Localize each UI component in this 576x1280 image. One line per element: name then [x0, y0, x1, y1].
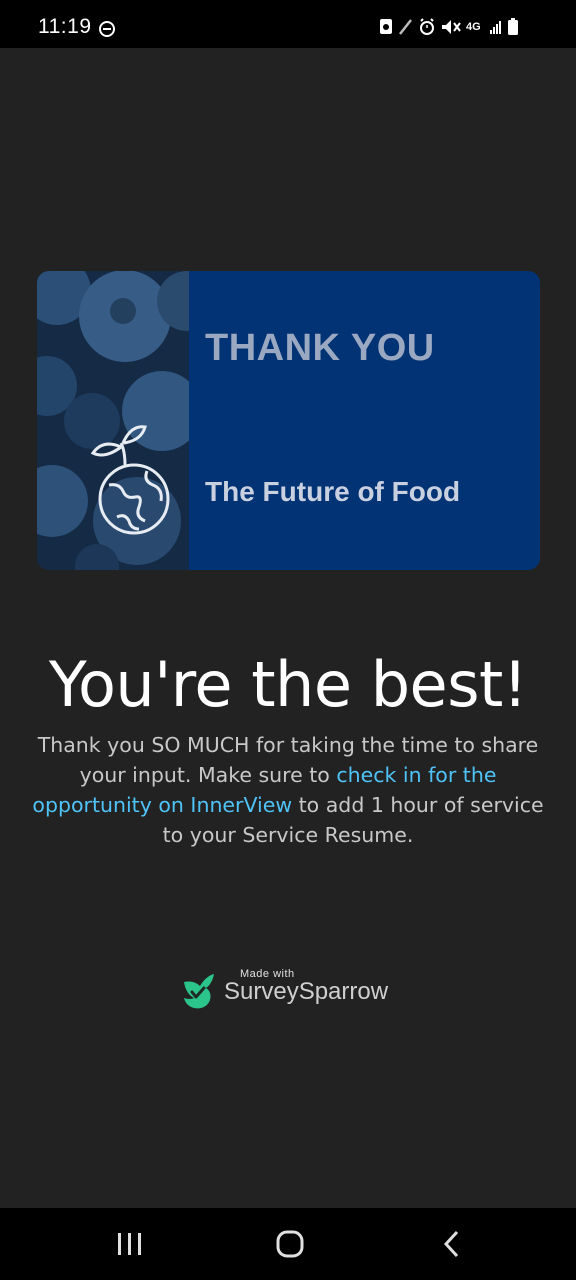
header-card: THANK YOU The Future of Food [37, 271, 540, 570]
signal-icon [490, 21, 501, 34]
status-icons-svg: 4G [380, 18, 518, 35]
network-4g-label: 4G [466, 21, 481, 33]
back-icon [443, 1230, 459, 1258]
brand-name: SurveySparrow [224, 978, 389, 1005]
battery-icon [508, 18, 518, 35]
card-subtitle: The Future of Food [205, 476, 461, 507]
sparrow-logo-icon [184, 974, 214, 1009]
status-bar: 11:19 4G [0, 0, 576, 48]
status-time: 11:19 [38, 15, 92, 38]
do-not-disturb-icon [99, 21, 115, 37]
recent-apps-icon [118, 1233, 141, 1255]
blueberries-photo [37, 271, 189, 570]
alarm-icon [420, 18, 434, 35]
blueberries-image [37, 271, 189, 570]
sim-alert-icon [380, 19, 392, 34]
home-icon [276, 1230, 304, 1258]
thank-you-heading: You're the best! [48, 648, 528, 721]
status-icons: 4G [380, 17, 540, 37]
back-button[interactable] [432, 1226, 472, 1262]
mute-icon [442, 20, 461, 34]
card-title: THANK YOU [205, 327, 435, 369]
thank-you-message: Thank you SO MUCH for taking the time to… [30, 730, 546, 850]
pen-icon [399, 19, 412, 35]
recent-apps-button[interactable] [110, 1226, 150, 1262]
navigation-bar [0, 1208, 576, 1280]
surveysparrow-branding[interactable]: Made with SurveySparrow [180, 966, 400, 1014]
home-button[interactable] [270, 1226, 310, 1262]
